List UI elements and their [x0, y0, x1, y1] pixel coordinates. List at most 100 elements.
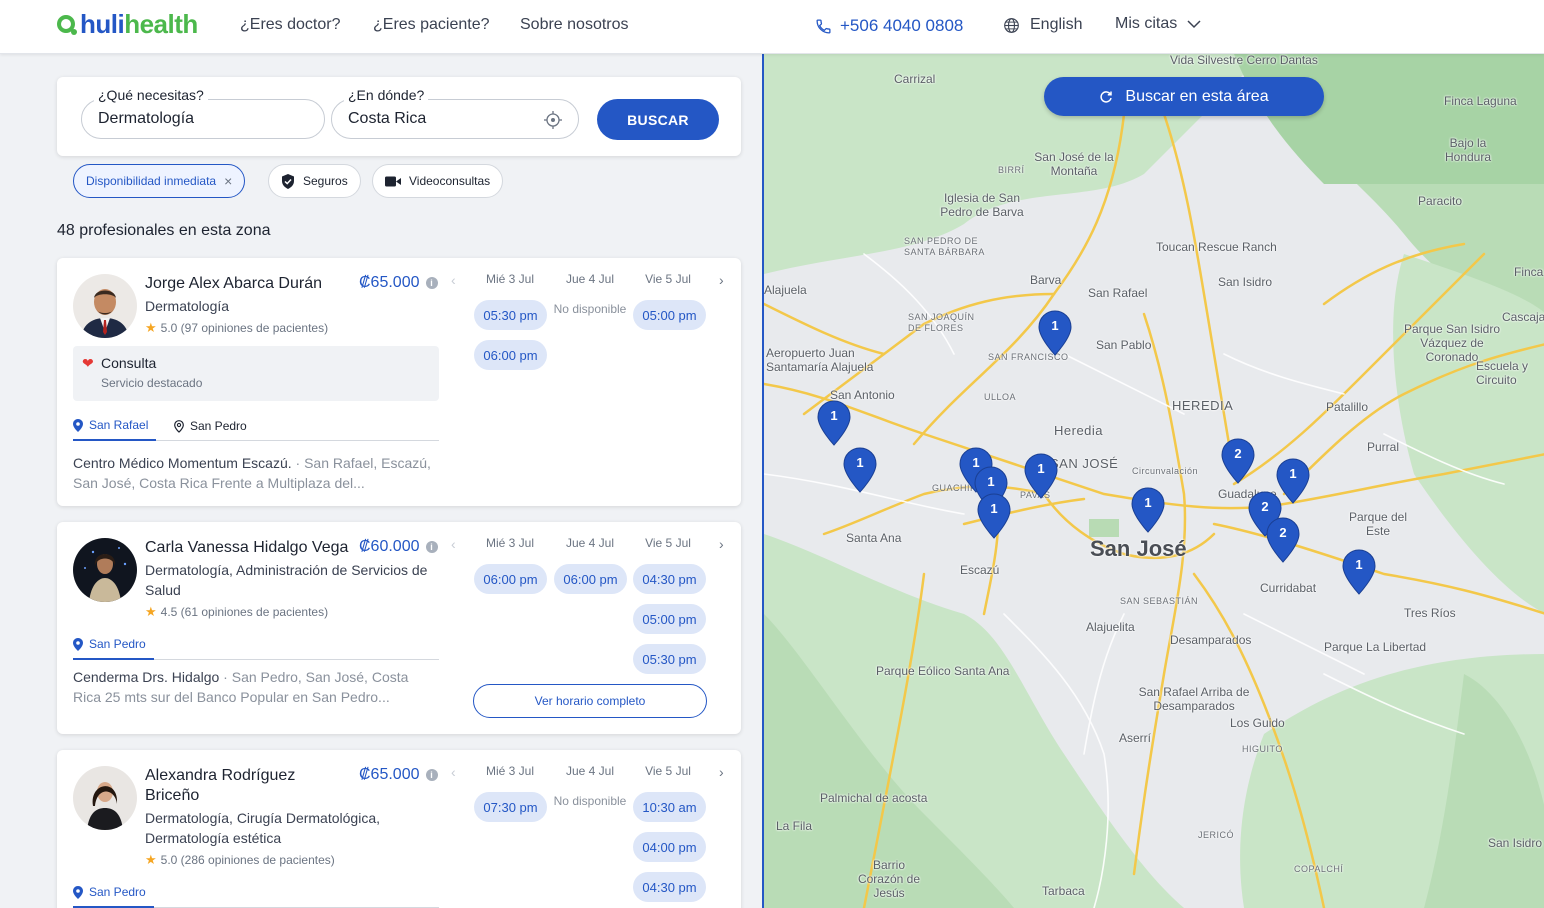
pin-count: 1 [856, 455, 864, 470]
featured-service-subtitle: Servicio destacado [101, 376, 203, 390]
time-slot[interactable]: 04:00 pm [633, 832, 706, 862]
map-label: Barrio Corazón de Jesús [857, 858, 921, 900]
time-slot[interactable]: 05:00 pm [633, 300, 706, 330]
featured-service-title: Consulta [101, 355, 157, 371]
rating-text: 4.5 (61 opiniones de pacientes) [160, 605, 329, 619]
map-label: Parque La Libertad [1324, 640, 1427, 654]
location-tab-san-pedro[interactable]: San Pedro [174, 411, 247, 441]
map-pin[interactable]: 1 [1024, 453, 1058, 499]
search-this-area-button[interactable]: Buscar en esta área [1044, 77, 1324, 116]
full-schedule-button[interactable]: Ver horario completo [473, 684, 707, 718]
map-pin[interactable]: 1 [1342, 549, 1376, 595]
map-pin[interactable]: 1 [1038, 310, 1072, 356]
search-bar: ¿Qué necesitas? Dermatología ¿En dónde? … [57, 77, 741, 156]
map-base[interactable] [764, 54, 1544, 908]
map-pin-icon [73, 885, 83, 899]
nav-doctor-link[interactable]: ¿Eres doctor? [240, 16, 340, 34]
day-header: Vie 5 Jul [645, 536, 691, 550]
nav-about-link[interactable]: Sobre nosotros [520, 16, 629, 34]
chevron-right-icon[interactable]: › [719, 536, 724, 552]
search-button[interactable]: BUSCAR [597, 99, 719, 140]
day-header: Mié 3 Jul [485, 764, 535, 778]
info-icon[interactable]: i [425, 541, 438, 553]
map-pin[interactable]: 1 [1131, 487, 1165, 533]
location-label: ¿En dónde? [344, 87, 429, 103]
close-icon[interactable]: × [224, 173, 232, 189]
chevron-left-icon[interactable]: ‹ [451, 272, 456, 288]
map-label: Desamparados [1170, 633, 1252, 647]
avatar[interactable] [73, 766, 137, 830]
map-label: Palmichal de acosta [820, 791, 928, 805]
logo-text-health: health [124, 9, 198, 39]
my-appointments-menu[interactable]: Mis citas [1115, 15, 1201, 33]
language-selector[interactable]: English [1003, 16, 1082, 34]
locate-me-icon[interactable] [544, 111, 562, 129]
phone-link[interactable]: +506 4040 0808 [815, 16, 963, 36]
chevron-right-icon[interactable]: › [719, 272, 724, 288]
location-field[interactable]: ¿En dónde? Costa Rica [331, 87, 579, 139]
pin-count: 1 [1037, 461, 1045, 476]
time-slot[interactable]: 07:30 pm [474, 792, 547, 822]
map-label: Bajo la Hondura [1444, 136, 1492, 164]
map-label: Barva [1030, 273, 1062, 287]
time-slot[interactable]: 04:30 pm [633, 872, 706, 902]
map-label: Heredia [1054, 423, 1104, 438]
info-icon[interactable]: i [425, 769, 438, 781]
doctor-name[interactable]: Jorge Alex Abarca Durán [145, 274, 355, 294]
doctor-card[interactable]: Carla Vanessa Hidalgo Vega ₡60.000 i Derm… [57, 522, 741, 734]
map-pin-icon [73, 637, 83, 651]
time-slot[interactable]: 06:00 pm [474, 340, 547, 370]
nav-patient-link[interactable]: ¿Eres paciente? [373, 16, 490, 34]
location-tab-label: San Rafael [89, 418, 149, 432]
map-label: San Isidro [1488, 836, 1543, 850]
filter-immediate-availability[interactable]: Disponibilidad inmediata × [73, 164, 246, 198]
time-slot[interactable]: 05:30 pm [474, 300, 547, 330]
hulihealth-logo[interactable]: huli health [56, 9, 198, 40]
doctor-name[interactable]: Alexandra Rodríguez Briceño [145, 766, 345, 806]
results-map[interactable]: Buscar en esta área Vida Silvestre Cerro… [762, 54, 1544, 908]
specialty-label: ¿Qué necesitas? [94, 87, 208, 103]
location-tabs: San Pedro [73, 878, 439, 908]
map-label-small: ULLOA [984, 392, 1017, 402]
location-tab-san-pedro[interactable]: San Pedro [73, 878, 154, 908]
map-label: Los Guido [1230, 716, 1285, 730]
map-pin[interactable]: 1 [817, 400, 851, 446]
pin-count: 2 [1261, 499, 1269, 514]
map-label-small: JERICÓ [1198, 830, 1235, 840]
map-pin[interactable]: 1 [977, 493, 1011, 539]
phone-number: +506 4040 0808 [840, 16, 964, 35]
map-pin[interactable]: 1 [843, 447, 877, 493]
map-pin[interactable]: 2 [1221, 438, 1255, 484]
day-header: Mié 3 Jul [485, 272, 535, 286]
featured-service[interactable]: ❤ Consulta Servicio destacado [73, 346, 439, 401]
time-slot[interactable]: 06:00 pm [554, 564, 627, 594]
avatar[interactable] [73, 274, 137, 338]
day-header: Jue 4 Jul [565, 764, 615, 778]
doctor-name[interactable]: Carla Vanessa Hidalgo Vega [145, 538, 360, 558]
doctor-card[interactable]: Alexandra Rodríguez Briceño ₡65.000 i Der… [57, 750, 741, 908]
map-label: Escazú [960, 563, 1000, 577]
time-slot[interactable]: 05:00 pm [633, 604, 706, 634]
time-slot[interactable]: 10:30 am [633, 792, 706, 822]
doctor-card[interactable]: Jorge Alex Abarca Durán ₡65.000 i Dermato… [57, 258, 741, 506]
chevron-left-icon[interactable]: ‹ [451, 764, 456, 780]
info-icon[interactable]: i [425, 277, 438, 289]
map-label: San Rafael Arriba de Desamparados [1138, 685, 1250, 713]
location-tab-san-pedro[interactable]: San Pedro [73, 630, 154, 660]
price-value: ₡65.000 [359, 766, 420, 783]
map-label-small: SAN PEDRO DE SANTA BÁRBARA [904, 236, 985, 257]
location-tab-san-rafael[interactable]: San Rafael [73, 411, 156, 441]
filter-video[interactable]: Videoconsultas [372, 164, 504, 198]
time-slot[interactable]: 05:30 pm [633, 644, 706, 674]
time-slot[interactable]: 04:30 pm [633, 564, 706, 594]
map-pin[interactable]: 2 [1266, 517, 1300, 563]
time-slot[interactable]: 06:00 pm [474, 564, 547, 594]
chevron-left-icon[interactable]: ‹ [451, 536, 456, 552]
filter-insurance[interactable]: Seguros [268, 164, 361, 198]
logo-mark-icon [57, 14, 77, 35]
avatar[interactable] [73, 538, 137, 602]
chevron-right-icon[interactable]: › [719, 764, 724, 780]
specialty-field[interactable]: ¿Qué necesitas? Dermatología [81, 87, 325, 139]
map-label: Curridabat [1260, 581, 1317, 595]
globe-icon [1004, 17, 1019, 33]
